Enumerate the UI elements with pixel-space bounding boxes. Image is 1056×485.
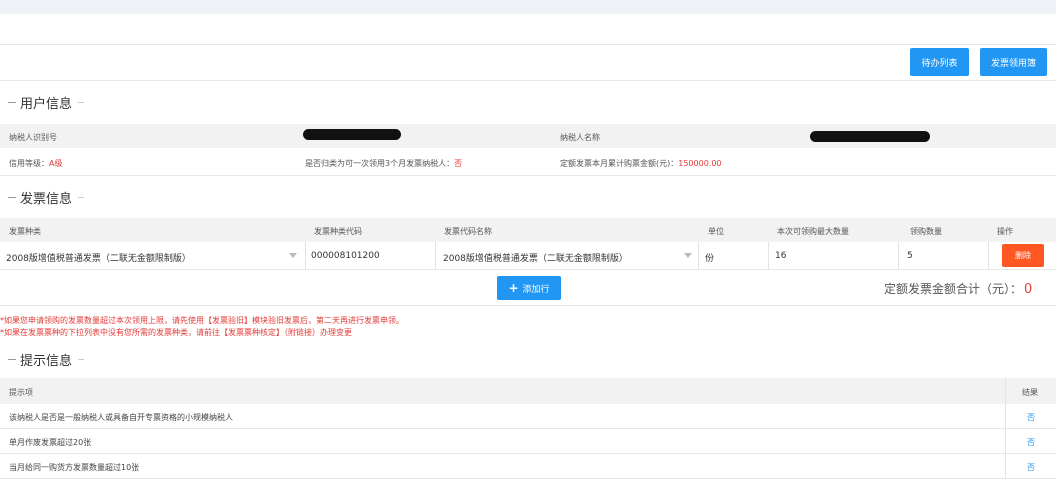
- credit-row: 信用等级：A级 是否归类为可一次领用3个月发票纳税人：否 定额发票本月累计购票金…: [0, 150, 1056, 174]
- table-row: 2008版增值税普通发票（二联无金额限制版） 000008101200 2008…: [0, 242, 1056, 270]
- user-info-heading: 用户信息: [8, 93, 85, 112]
- chevron-down-icon[interactable]: [289, 253, 297, 258]
- three-month-value: 否: [454, 159, 463, 168]
- divider: [0, 80, 1056, 81]
- col-max-qty: 本次可领购最大数量: [777, 227, 849, 236]
- total-label: 定额发票金额合计（元）：: [884, 282, 1023, 296]
- hint-item: 当月给同一购货方发票数量超过10张: [9, 463, 140, 472]
- total-value: 0: [1024, 282, 1033, 297]
- chevron-down-icon[interactable]: [684, 253, 692, 258]
- note-text: *如果在发票票种的下拉列表中没有您所需的发票种类，请前往【发票票种核定】（附链接…: [0, 328, 352, 337]
- section-title: 提示信息: [20, 353, 73, 369]
- col-unit: 单位: [708, 227, 724, 236]
- divider: [0, 175, 1056, 176]
- unit-value: 份: [705, 254, 715, 264]
- hint-item: 单月作废发票超过20张: [9, 438, 92, 447]
- quota-total: 定额发票金额合计（元）： 0: [884, 280, 1032, 297]
- section-title: 发票信息: [20, 191, 73, 207]
- table-row: 单月作废发票超过20张 否: [0, 429, 1056, 454]
- col-qty: 领购数量: [910, 227, 942, 236]
- col-code-name: 发票代码名称: [444, 227, 492, 236]
- col-type-code: 发票种类代码: [314, 227, 362, 236]
- qty-input[interactable]: 5: [907, 251, 913, 261]
- max-qty-value: 16: [775, 251, 787, 261]
- hints-table-header: 提示项 结果: [0, 378, 1056, 404]
- hints-heading: 提示信息: [8, 350, 85, 369]
- section-title: 用户信息: [20, 96, 73, 112]
- credit-level: 信用等级：A级: [9, 159, 63, 168]
- delete-row-button[interactable]: 删除: [1002, 244, 1044, 267]
- col-action: 操作: [997, 227, 1013, 236]
- code-name-select[interactable]: 2008版增值税普通发票（二联无金额限制版）: [443, 251, 628, 264]
- three-month-status: 是否归类为可一次领用3个月发票纳税人：否: [305, 159, 463, 168]
- divider: [0, 44, 1056, 45]
- invoice-info-heading: 发票信息: [8, 188, 85, 207]
- add-row-label: 添加行: [522, 284, 550, 295]
- hint-result-link[interactable]: 否: [1027, 462, 1035, 473]
- taxpayer-name-label: 纳税人名称: [560, 133, 600, 142]
- plus-icon: +: [508, 281, 519, 295]
- top-bar: [0, 0, 1056, 14]
- taxpayer-id-label: 纳税人识别号: [9, 133, 57, 142]
- quota-amount: 定额发票本月累计购票金额(元)：150000.00: [560, 159, 722, 168]
- divider: [0, 305, 1056, 306]
- quota-value: 150000.00: [678, 159, 722, 168]
- invoice-book-button[interactable]: 发票领用簿: [980, 48, 1047, 76]
- invoice-type-select[interactable]: 2008版增值税普通发票（二联无金额限制版）: [6, 251, 191, 264]
- add-row-button[interactable]: + 添加行: [497, 276, 561, 300]
- todo-list-button[interactable]: 待办列表: [910, 48, 969, 76]
- type-code-value: 000008101200: [311, 251, 380, 261]
- redacted-taxpayer-id: [303, 129, 401, 140]
- credit-value: A级: [49, 159, 63, 168]
- invoice-table-header: 发票种类 发票种类代码 发票代码名称 单位 本次可领购最大数量 领购数量 操作: [0, 218, 1056, 242]
- col-hint-item: 提示项: [9, 388, 33, 397]
- table-row: 该纳税人是否是一般纳税人或具备自开专票资格的小规模纳税人 否: [0, 404, 1056, 429]
- taxpayer-id-row: 纳税人识别号 纳税人名称: [0, 124, 1056, 148]
- col-hint-result: 结果: [1022, 388, 1038, 397]
- col-invoice-type: 发票种类: [9, 227, 41, 236]
- redacted-taxpayer-name: [810, 131, 930, 142]
- hint-result-link[interactable]: 否: [1027, 437, 1035, 448]
- hint-item: 该纳税人是否是一般纳税人或具备自开专票资格的小规模纳税人: [9, 413, 233, 422]
- table-row: 当月给同一购货方发票数量超过10张 否: [0, 454, 1056, 479]
- note-text: *如果您申请领购的发票数量超过本次领用上限，请先使用【发票验旧】模块验旧发票后，…: [0, 316, 404, 325]
- hint-result-link[interactable]: 否: [1027, 412, 1035, 423]
